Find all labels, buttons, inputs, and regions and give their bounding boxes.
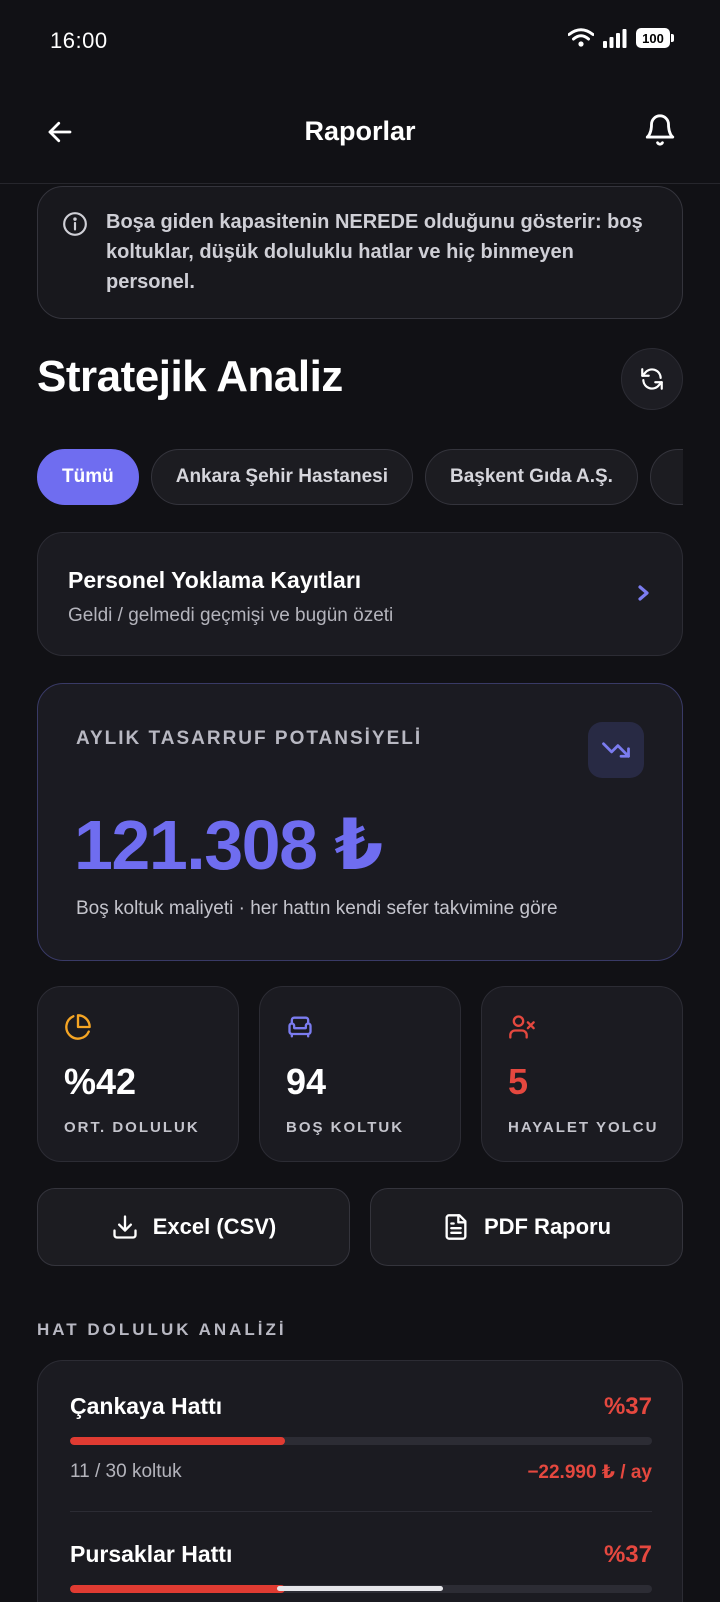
user-x-icon [509, 1015, 535, 1039]
stat-value: 94 [286, 1061, 327, 1102]
status-icons: 100 [568, 28, 674, 48]
stat-label: BOŞ KOLTUK [286, 1119, 405, 1136]
line-name: Pursaklar Hattı [70, 1541, 233, 1567]
wifi-icon [568, 28, 594, 47]
line-percent: %37 [603, 1541, 652, 1568]
battery-icon: 100 [636, 28, 674, 48]
trend-badge [588, 722, 644, 778]
info-text: Boşa giden kapasitenin NEREDE olduğunu g… [106, 211, 643, 293]
savings-label: AYLIK TASARRUF POTANSİYELİ [76, 728, 423, 749]
file-text-icon [445, 1214, 467, 1240]
armchair-icon [288, 1016, 312, 1038]
notifications-button[interactable] [638, 108, 682, 152]
home-indicator [277, 1586, 443, 1591]
line-row[interactable]: Çankaya Hattı %37 11 / 30 koltuk −22.990… [70, 1393, 652, 1483]
savings-value: 121.308 ₺ [74, 806, 383, 884]
app-header: Raporlar [0, 84, 720, 184]
info-icon [63, 212, 87, 236]
chevron-right-icon [638, 585, 649, 601]
attendance-title: Personel Yoklama Kayıtları [68, 567, 362, 593]
bell-icon [645, 114, 675, 146]
attendance-records-card[interactable]: Personel Yoklama Kayıtları Geldi / gelme… [37, 532, 683, 656]
status-bar: 16:00 100 [0, 0, 720, 84]
pie-chart-icon [65, 1014, 91, 1040]
chip-all[interactable]: Tümü [37, 449, 139, 505]
chip-ankara-sehir-hastanesi[interactable]: Ankara Şehir Hastanesi [150, 449, 413, 505]
line-name: Çankaya Hattı [70, 1393, 223, 1419]
refresh-button[interactable] [621, 348, 683, 410]
line-percent: %37 [603, 1393, 652, 1420]
line-cost: −22.990 ₺ / ay [527, 1462, 652, 1483]
filter-chips: Tümü Ankara Şehir Hastanesi Başkent Gıda… [37, 449, 683, 507]
stat-value: 5 [508, 1061, 529, 1102]
refresh-icon [641, 368, 663, 390]
occupancy-bar-fill [70, 1437, 286, 1445]
stat-label: HAYALET YOLCU [508, 1119, 659, 1136]
divider [70, 1511, 652, 1512]
signal-icon [603, 29, 627, 48]
occupancy-bar-fill [70, 1585, 286, 1593]
export-excel-label: Excel (CSV) [152, 1214, 277, 1239]
export-pdf-label: PDF Raporu [483, 1214, 612, 1239]
page-title: Raporlar [304, 116, 416, 146]
stat-card-empty-seats: 94 BOŞ KOLTUK [259, 986, 461, 1162]
occupancy-bar [70, 1437, 652, 1445]
export-excel-button[interactable]: Excel (CSV) [37, 1188, 350, 1266]
savings-potential-card: AYLIK TASARRUF POTANSİYELİ 121.308 ₺ Boş… [37, 683, 683, 961]
stat-value: %42 [64, 1061, 137, 1102]
line-row[interactable]: Pursaklar Hattı %37 [70, 1541, 652, 1602]
trending-down-icon [602, 742, 630, 758]
section-title: Stratejik Analiz [37, 352, 343, 401]
savings-note: Boş koltuk maliyeti · her hattın kendi s… [76, 898, 558, 919]
line-seats: 11 / 30 koltuk [70, 1461, 182, 1482]
stat-card-occupancy: %42 ORT. DOLULUK [37, 986, 239, 1162]
line-occupancy-card: Çankaya Hattı %37 11 / 30 koltuk −22.990… [37, 1360, 683, 1602]
export-pdf-button[interactable]: PDF Raporu [370, 1188, 683, 1266]
attendance-subtitle: Geldi / gelmedi geçmişi ve bugün özeti [68, 605, 394, 626]
lines-heading: HAT DOLULUK ANALİZİ [37, 1320, 287, 1339]
stat-label: ORT. DOLULUK [64, 1119, 200, 1136]
chip-more[interactable] [649, 449, 683, 505]
info-banner: Boşa giden kapasitenin NEREDE olduğunu g… [37, 186, 683, 319]
screen: 16:00 100 Raporlar Boşa giden kapasiteni… [0, 0, 720, 1602]
chip-baskent-gida[interactable]: Başkent Gıda A.Ş. [424, 449, 638, 505]
status-time: 16:00 [50, 28, 108, 53]
stat-card-ghost-passengers: 5 HAYALET YOLCU [481, 986, 683, 1162]
download-icon [113, 1215, 137, 1239]
